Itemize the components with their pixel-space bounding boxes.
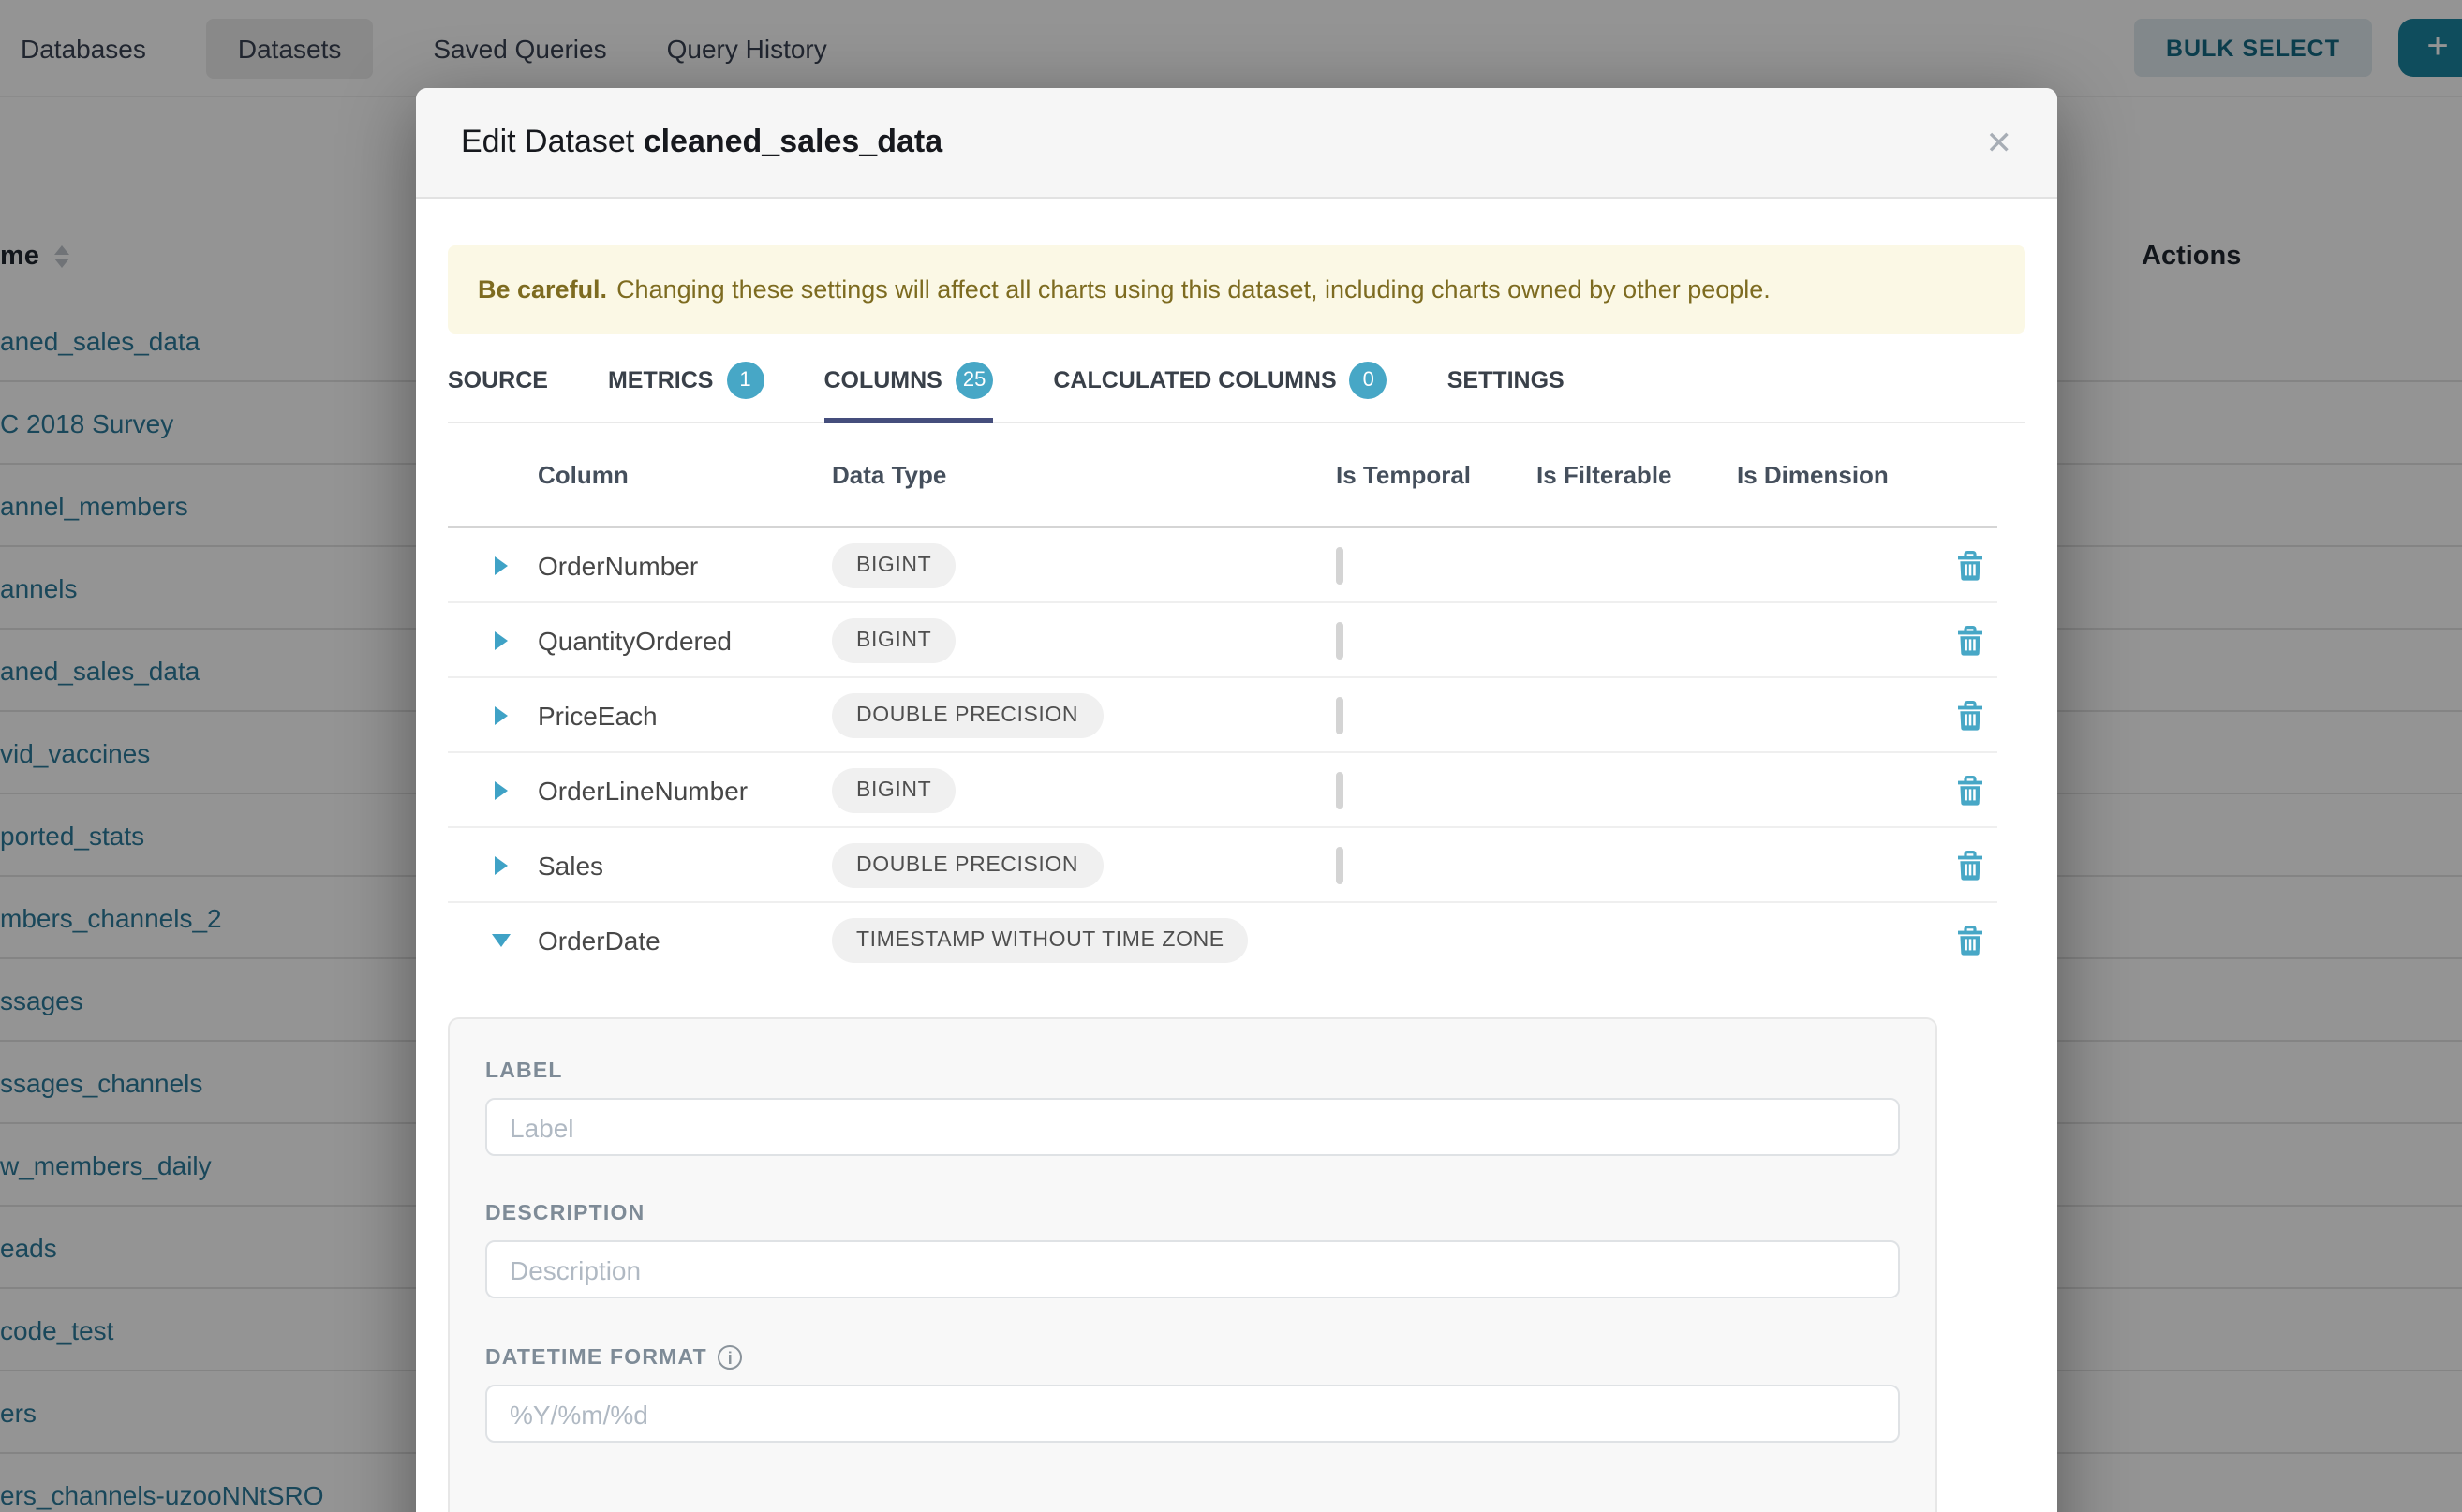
modal-header: Edit Dataset cleaned_sales_data ✕ <box>416 88 2057 199</box>
tab-label: SOURCE <box>448 367 548 393</box>
data-type-pill: BIGINT <box>832 542 956 587</box>
delete-column-button[interactable] <box>1941 625 1997 655</box>
datetime-format-field-label: DATETIME FORMAT i <box>485 1345 1900 1370</box>
data-type-pill: DOUBLE PRECISION <box>832 842 1103 887</box>
is-temporal-checkbox[interactable] <box>1336 771 1343 808</box>
warning-banner-bold: Be careful. <box>478 275 607 304</box>
trash-icon <box>1956 775 1984 805</box>
field-label-text: DESCRIPTION <box>485 1203 645 1225</box>
expand-caret-icon[interactable] <box>495 780 508 799</box>
expand-caret-icon[interactable] <box>495 705 508 724</box>
table-row: OrderLineNumber BIGINT <box>448 753 1997 828</box>
tab-source[interactable]: SOURCE <box>448 358 548 422</box>
data-type-pill: TIMESTAMP WITHOUT TIME ZONE <box>832 917 1249 962</box>
table-row: Sales DOUBLE PRECISION <box>448 828 1997 903</box>
delete-column-button[interactable] <box>1941 700 1997 730</box>
datetime-format-field: DATETIME FORMAT i <box>485 1345 1900 1443</box>
column-name: OrderLineNumber <box>523 775 817 805</box>
modal-tabs: SOURCE METRICS 1 COLUMNS 25 CALCULATED C… <box>448 358 2025 423</box>
modal-title-prefix: Edit Dataset <box>461 124 634 159</box>
expand-caret-icon[interactable] <box>495 855 508 874</box>
delete-column-button[interactable] <box>1941 850 1997 880</box>
is-temporal-cell <box>1321 550 1521 580</box>
data-type-cell: TIMESTAMP WITHOUT TIME ZONE <box>817 917 1321 962</box>
tab-columns[interactable]: COLUMNS 25 <box>823 358 993 422</box>
data-type-header: Data Type <box>817 461 1321 489</box>
tab-settings[interactable]: SETTINGS <box>1447 358 1565 422</box>
close-icon[interactable]: ✕ <box>1986 126 2013 158</box>
table-row: QuantityOrdered BIGINT <box>448 603 1997 678</box>
label-field: LABEL <box>485 1060 1900 1156</box>
table-row: OrderNumber BIGINT <box>448 528 1997 603</box>
column-name: PriceEach <box>523 700 817 730</box>
label-input[interactable] <box>485 1098 1900 1156</box>
tab-label: CALCULATED COLUMNS <box>1053 367 1336 393</box>
tab-calculated-columns[interactable]: CALCULATED COLUMNS 0 <box>1053 358 1387 422</box>
tab-label: COLUMNS <box>823 367 942 393</box>
field-label-text: DATETIME FORMAT <box>485 1346 707 1369</box>
delete-column-button[interactable] <box>1941 550 1997 580</box>
tab-metrics[interactable]: METRICS 1 <box>608 358 764 422</box>
is-filterable-header: Is Filterable <box>1521 461 1722 489</box>
edit-dataset-modal: Edit Dataset cleaned_sales_data ✕ Be car… <box>416 88 2057 1512</box>
screen: Databases Datasets Saved Queries Query H… <box>0 0 2462 1512</box>
column-name: OrderDate <box>523 925 817 955</box>
description-input[interactable] <box>485 1240 1900 1298</box>
description-field-label: DESCRIPTION <box>485 1203 1900 1225</box>
is-temporal-cell <box>1321 700 1521 730</box>
is-temporal-cell <box>1321 625 1521 655</box>
columns-count-badge: 25 <box>956 362 994 399</box>
modal-title: Edit Dataset cleaned_sales_data <box>461 124 942 161</box>
warning-banner-text: Changing these settings will affect all … <box>616 275 1771 304</box>
field-label-text: LABEL <box>485 1060 563 1083</box>
warning-banner: Be careful. Changing these settings will… <box>448 245 2025 334</box>
data-type-cell: BIGINT <box>817 617 1321 662</box>
is-temporal-cell <box>1321 775 1521 805</box>
is-dimension-header: Is Dimension <box>1722 461 1941 489</box>
trash-icon <box>1956 700 1984 730</box>
trash-icon <box>1956 625 1984 655</box>
columns-table-header: Column Data Type Is Temporal Is Filterab… <box>448 423 1997 528</box>
data-type-pill: BIGINT <box>832 767 956 812</box>
modal-dataset-name: cleaned_sales_data <box>644 124 942 159</box>
datetime-format-input[interactable] <box>485 1385 1900 1443</box>
column-name: OrderNumber <box>523 550 817 580</box>
delete-column-button[interactable] <box>1941 775 1997 805</box>
calculated-columns-count-badge: 0 <box>1350 362 1387 399</box>
data-type-cell: DOUBLE PRECISION <box>817 842 1321 887</box>
modal-body: Be careful. Changing these settings will… <box>416 199 2057 1512</box>
data-type-pill: DOUBLE PRECISION <box>832 692 1103 737</box>
column-name: Sales <box>523 850 817 880</box>
tab-label: METRICS <box>608 367 714 393</box>
column-detail-panel: LABEL DESCRIPTION DATETIME FORMAT i <box>448 1017 1937 1512</box>
description-field: DESCRIPTION <box>485 1203 1900 1298</box>
table-row: OrderDate TIMESTAMP WITHOUT TIME ZONE <box>448 903 1997 976</box>
expand-caret-icon[interactable] <box>495 556 508 574</box>
trash-icon <box>1956 925 1984 955</box>
is-temporal-checkbox[interactable] <box>1336 696 1343 734</box>
trash-icon <box>1956 850 1984 880</box>
data-type-cell: BIGINT <box>817 542 1321 587</box>
tab-label: SETTINGS <box>1447 367 1565 393</box>
delete-column-button[interactable] <box>1941 925 1997 955</box>
is-temporal-checkbox[interactable] <box>1336 621 1343 659</box>
info-icon[interactable]: i <box>719 1345 743 1370</box>
is-temporal-cell <box>1321 850 1521 880</box>
expand-caret-icon[interactable] <box>492 933 511 946</box>
table-row: PriceEach DOUBLE PRECISION <box>448 678 1997 753</box>
expand-caret-icon[interactable] <box>495 630 508 649</box>
column-header: Column <box>523 461 817 489</box>
is-temporal-checkbox[interactable] <box>1336 546 1343 584</box>
label-field-label: LABEL <box>485 1060 1900 1083</box>
columns-table-rows: OrderNumber BIGINT <box>448 528 1997 976</box>
is-temporal-checkbox[interactable] <box>1336 846 1343 883</box>
data-type-pill: BIGINT <box>832 617 956 662</box>
column-name: QuantityOrdered <box>523 625 817 655</box>
columns-table: Column Data Type Is Temporal Is Filterab… <box>448 423 1997 976</box>
metrics-count-badge: 1 <box>726 362 764 399</box>
is-temporal-header: Is Temporal <box>1321 461 1521 489</box>
trash-icon <box>1956 550 1984 580</box>
data-type-cell: DOUBLE PRECISION <box>817 692 1321 737</box>
data-type-cell: BIGINT <box>817 767 1321 812</box>
